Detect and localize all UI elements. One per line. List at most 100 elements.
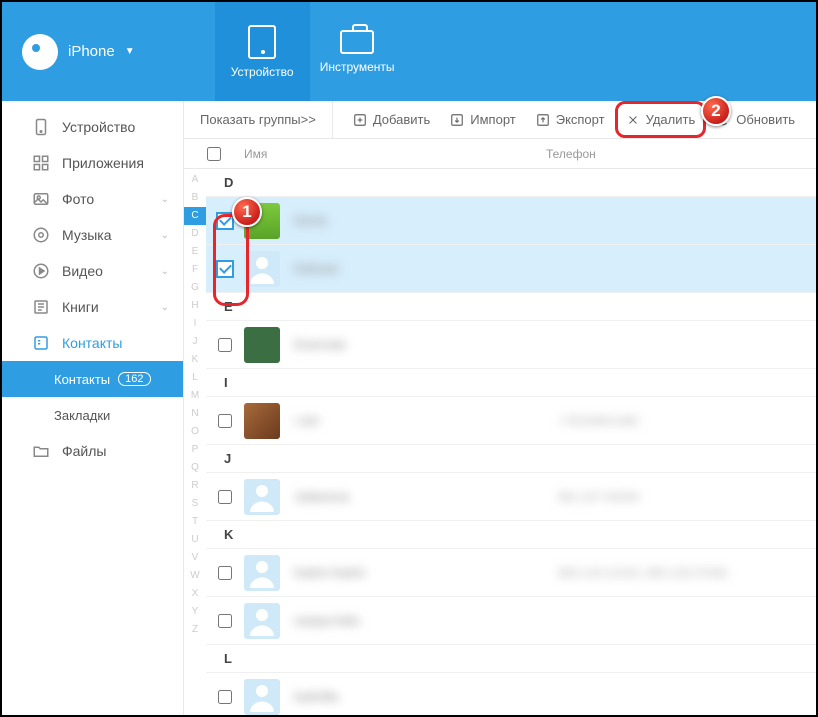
az-letter[interactable]: X (184, 585, 206, 603)
tab-device[interactable]: Устройство (215, 2, 310, 101)
az-letter[interactable]: N (184, 405, 206, 423)
az-letter[interactable]: J (184, 333, 206, 351)
contacts-count-badge: 162 (118, 372, 150, 386)
select-all-checkbox[interactable] (207, 147, 221, 161)
az-letter[interactable]: W (184, 567, 206, 585)
show-groups-button[interactable]: Показать группы>> (184, 101, 333, 138)
column-name: Имя (244, 147, 546, 161)
row-checkbox[interactable] (218, 338, 232, 352)
chevron-down-icon: ⌄ (161, 302, 169, 313)
delete-button[interactable]: Удалить (615, 101, 707, 138)
contact-row[interactable]: Evernote (206, 321, 816, 369)
az-letter[interactable]: S (184, 495, 206, 513)
contact-name: Evernote (294, 337, 558, 352)
main-tabs: Устройство Инструменты (215, 2, 405, 101)
row-checkbox[interactable] (218, 614, 232, 628)
sidebar-item-device[interactable]: Устройство (2, 109, 183, 145)
toolbar-label: Добавить (373, 112, 430, 127)
chevron-down-icon: ⌄ (161, 230, 169, 241)
contacts-list: DDenisDefuserEEvernoteII am+79150621465J… (206, 169, 816, 715)
az-letter[interactable]: U (184, 531, 206, 549)
section-letter: J (206, 445, 816, 473)
toolbox-icon (340, 30, 374, 54)
az-letter[interactable]: P (184, 441, 206, 459)
az-letter[interactable]: G (184, 279, 206, 297)
az-letter[interactable]: V (184, 549, 206, 567)
contacts-icon (32, 334, 50, 352)
sidebar: Устройство Приложения Фото ⌄ Музыка ⌄ Ви… (2, 101, 184, 715)
az-letter[interactable]: C (184, 207, 206, 225)
az-letter[interactable]: L (184, 369, 206, 387)
contact-name: Defuser (294, 261, 558, 276)
row-checkbox[interactable] (218, 690, 232, 704)
add-button[interactable]: Добавить (343, 101, 440, 138)
device-dropdown[interactable]: iPhone ▼ (22, 34, 135, 70)
row-checkbox[interactable] (218, 490, 232, 504)
app-logo-icon (22, 34, 58, 70)
contact-row[interactable]: Katrin Katrin993-143-21423, 993-135-0750… (206, 549, 816, 597)
avatar (244, 403, 280, 439)
sidebar-item-label: Музыка (62, 227, 112, 243)
toolbar-label: Обновить (736, 112, 795, 127)
contact-row[interactable]: Julianova891-227-00344 (206, 473, 816, 521)
tab-tools[interactable]: Инструменты (310, 2, 405, 101)
row-checkbox[interactable] (218, 566, 232, 580)
column-phone: Телефон (546, 147, 816, 161)
video-icon (32, 262, 50, 280)
sidebar-item-label: Книги (62, 299, 99, 315)
toolbar-label: Показать группы>> (200, 112, 316, 127)
plus-icon (353, 113, 367, 127)
close-icon (626, 113, 640, 127)
az-letter[interactable]: E (184, 243, 206, 261)
sidebar-item-video[interactable]: Видео ⌄ (2, 253, 183, 289)
az-letter[interactable]: O (184, 423, 206, 441)
az-letter[interactable]: Z (184, 621, 206, 639)
sidebar-item-apps[interactable]: Приложения (2, 145, 183, 181)
avatar (244, 555, 280, 591)
az-letter[interactable]: K (184, 351, 206, 369)
books-icon (32, 298, 50, 316)
app-header: iPhone ▼ Устройство Инструменты (2, 2, 816, 101)
sidebar-item-files[interactable]: Файлы (2, 433, 183, 469)
avatar (244, 251, 280, 287)
alphabet-index[interactable]: ABCDEFGHIJKLMNOPQRSTUVWXYZ (184, 169, 206, 715)
az-letter[interactable]: B (184, 189, 206, 207)
folder-icon (32, 442, 50, 460)
az-letter[interactable]: R (184, 477, 206, 495)
sidebar-item-books[interactable]: Книги ⌄ (2, 289, 183, 325)
sidebar-item-photo[interactable]: Фото ⌄ (2, 181, 183, 217)
sidebar-item-music[interactable]: Музыка ⌄ (2, 217, 183, 253)
import-button[interactable]: Импорт (440, 101, 525, 138)
row-checkbox[interactable] (216, 260, 234, 278)
section-letter: E (206, 293, 816, 321)
export-button[interactable]: Экспорт (526, 101, 615, 138)
row-checkbox[interactable] (218, 414, 232, 428)
contact-name: nastya kido (294, 613, 558, 628)
az-letter[interactable]: F (184, 261, 206, 279)
contact-row[interactable]: Defuser (206, 245, 816, 293)
sidebar-item-label: Приложения (62, 155, 144, 171)
az-letter[interactable]: Q (184, 459, 206, 477)
sidebar-item-contacts[interactable]: Контакты (2, 325, 183, 361)
sidebar-sub-contacts[interactable]: Контакты 162 (2, 361, 183, 397)
az-letter[interactable]: H (184, 297, 206, 315)
az-letter[interactable]: T (184, 513, 206, 531)
contact-row[interactable]: nastya kido (206, 597, 816, 645)
contact-row[interactable]: I am+79150621465 (206, 397, 816, 445)
az-letter[interactable]: A (184, 171, 206, 189)
columns-header: Имя Телефон (184, 139, 816, 169)
sidebar-sub-bookmarks[interactable]: Закладки (2, 397, 183, 433)
contact-row[interactable]: ludmilla (206, 673, 816, 715)
contact-row[interactable]: Denis (206, 197, 816, 245)
az-letter[interactable]: Y (184, 603, 206, 621)
music-icon (32, 226, 50, 244)
contact-name: I am (294, 413, 558, 428)
device-label: iPhone (68, 43, 115, 60)
az-letter[interactable]: M (184, 387, 206, 405)
az-letter[interactable]: D (184, 225, 206, 243)
sidebar-sub-label: Контакты (54, 372, 110, 387)
az-letter[interactable]: I (184, 315, 206, 333)
sidebar-item-label: Контакты (62, 335, 122, 351)
toolbar-label: Импорт (470, 112, 515, 127)
toolbar-label: Экспорт (556, 112, 605, 127)
